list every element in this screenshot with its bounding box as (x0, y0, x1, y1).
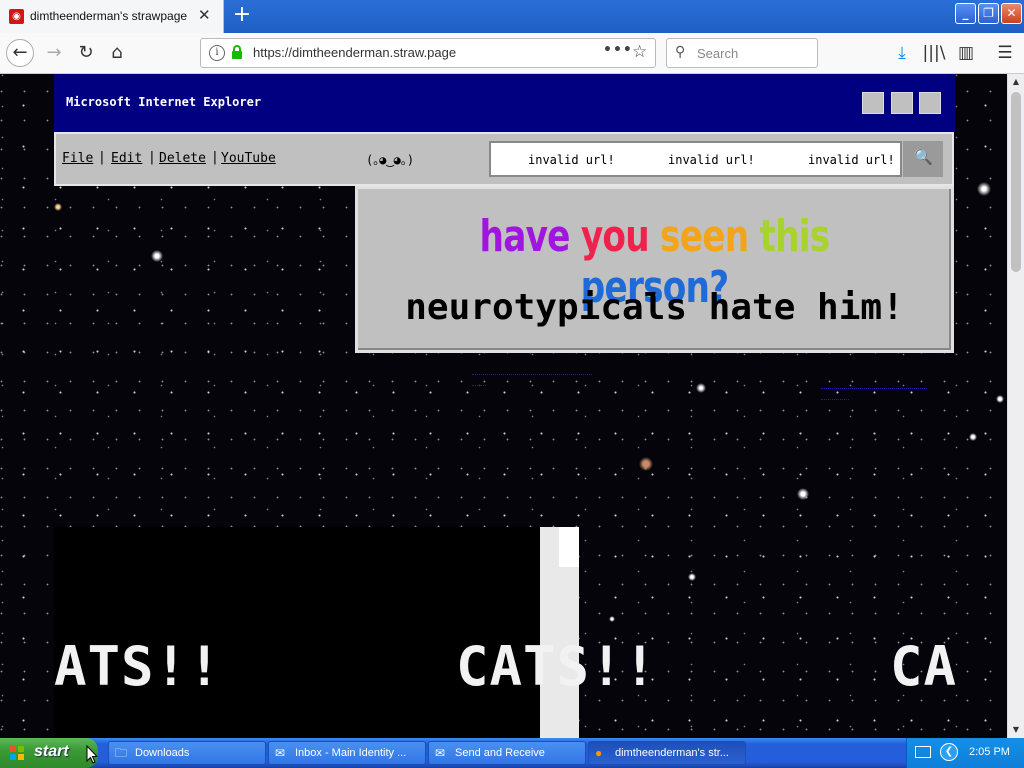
cats-marquee-text: CA (890, 635, 958, 698)
cats-banner-strip (540, 527, 579, 738)
lock-icon (232, 45, 242, 59)
headline-word: seen (660, 211, 749, 262)
page-actions-icon[interactable]: ••• (603, 42, 633, 58)
menu-file[interactable]: File (62, 151, 93, 166)
bookmark-star-icon[interactable]: ☆ (632, 42, 647, 62)
taskbar-button-firefox[interactable]: ● dimtheenderman's str... (588, 741, 746, 765)
taskbar: start 🗀 Downloads ✉ Inbox - Main Identit… (0, 738, 1024, 768)
hamburger-menu-icon[interactable]: ☰ (993, 41, 1017, 65)
keyboard-icon[interactable] (915, 746, 931, 758)
url-entry[interactable]: invalid url! (668, 153, 755, 167)
menu-youtube[interactable]: YouTube (221, 151, 276, 166)
download-icon[interactable]: ⤓ (890, 41, 914, 65)
page-content: Microsoft Internet Explorer File | Edit … (0, 74, 1007, 738)
search-icon: 🔍 (914, 148, 933, 166)
missing-person-poster: have you seen this person? neurotypicals… (355, 186, 954, 353)
site-info-icon[interactable]: i (209, 45, 225, 61)
headline-word: you (580, 211, 650, 262)
ie-minimize-button[interactable] (862, 92, 884, 114)
forward-button[interactable]: → (40, 39, 68, 67)
new-tab-button[interactable]: + (230, 4, 254, 28)
taskbar-button-label: Send and Receive (455, 747, 545, 759)
search-icon: ⚲ (675, 44, 686, 60)
reload-button[interactable]: ↻ (72, 39, 100, 67)
search-placeholder: Search (697, 46, 739, 61)
kaomoji-text: (｡◕‿◕｡) (366, 153, 415, 167)
site-favicon: ◉ (9, 9, 24, 24)
mouse-cursor-icon (86, 745, 98, 764)
folder-icon: 🗀 (115, 746, 128, 760)
menu-separator: | (98, 150, 106, 165)
menu-edit[interactable]: Edit (111, 151, 142, 166)
ie-titlebar: Microsoft Internet Explorer (54, 74, 955, 132)
taskbar-button-send-receive[interactable]: ✉ Send and Receive (428, 741, 586, 765)
navigation-toolbar: ← → ↻ ⌂ i https://dimtheenderman.straw.p… (0, 33, 1024, 74)
maximize-window-button[interactable]: ❐ (978, 3, 999, 24)
taskbar-button-label: Inbox - Main Identity ... (295, 747, 407, 759)
minimize-window-button[interactable]: _ (955, 3, 976, 24)
taskbar-button-label: Downloads (135, 747, 190, 759)
scroll-down-icon[interactable]: ▼ (1008, 722, 1024, 738)
start-label: start (34, 743, 69, 760)
url-text[interactable]: https://dimtheenderman.straw.page (253, 45, 456, 60)
system-tray: ❮ 2:05 PM (906, 738, 1024, 768)
outlook-express-icon: ✉ (275, 746, 286, 760)
taskbar-button-inbox[interactable]: ✉ Inbox - Main Identity ... (268, 741, 426, 765)
firefox-icon: ● (595, 746, 603, 760)
scroll-up-icon[interactable]: ▲ (1008, 74, 1024, 90)
tab-title: dimtheenderman's strawpage (30, 9, 188, 23)
address-bar[interactable]: i https://dimtheenderman.straw.page ••• … (200, 38, 656, 68)
ie-maximize-button[interactable] (891, 92, 913, 114)
browser-tab[interactable]: ◉ dimtheenderman's strawpage ✕ (0, 0, 224, 33)
menu-separator: | (211, 150, 219, 165)
cats-marquee-text: ATS!! (54, 635, 222, 698)
poster-subline: neurotypicals hate him! (405, 287, 904, 328)
headline-word: have (479, 211, 571, 262)
faint-link[interactable] (472, 364, 592, 386)
clock[interactable]: 2:05 PM (969, 746, 1010, 758)
windows-flag-icon (10, 746, 24, 760)
home-button[interactable]: ⌂ (103, 39, 131, 67)
scrollbar-thumb[interactable] (1011, 92, 1021, 272)
ie-close-button[interactable] (919, 92, 941, 114)
ie-url-field[interactable]: invalid url! invalid url! invalid url! (489, 141, 902, 177)
cats-banner-background (54, 527, 540, 738)
close-window-button[interactable]: ✕ (1001, 3, 1022, 24)
ie-menubar: File | Edit | Delete | YouTube (｡◕‿◕｡) i… (54, 132, 954, 186)
menu-separator: | (148, 150, 156, 165)
ie-search-button[interactable]: 🔍 (903, 141, 943, 177)
url-entry[interactable]: invalid url! (808, 153, 895, 167)
url-entry[interactable]: invalid url! (528, 153, 615, 167)
headline-word: this (759, 211, 831, 262)
cats-marquee-text: CATS!! (456, 635, 658, 698)
tab-strip: ◉ dimtheenderman's strawpage ✕ + _ ❐ ✕ (0, 0, 1024, 33)
faint-link[interactable] (821, 378, 927, 400)
vertical-scrollbar[interactable]: ▲ ▼ (1007, 74, 1024, 738)
search-input[interactable]: ⚲ Search (666, 38, 818, 68)
back-button[interactable]: ← (6, 39, 34, 67)
taskbar-button-label: dimtheenderman's str... (615, 747, 729, 759)
tray-expand-icon[interactable]: ❮ (940, 743, 958, 761)
taskbar-button-downloads[interactable]: 🗀 Downloads (108, 741, 266, 765)
library-icon[interactable]: |||\ (922, 41, 946, 65)
send-receive-icon: ✉ (435, 746, 446, 760)
menu-delete[interactable]: Delete (159, 151, 206, 166)
sidebar-icon[interactable]: ▥ (954, 41, 978, 65)
ie-title-text: Microsoft Internet Explorer (66, 95, 262, 109)
close-tab-icon[interactable]: ✕ (198, 6, 211, 24)
start-button[interactable]: start (0, 738, 98, 768)
